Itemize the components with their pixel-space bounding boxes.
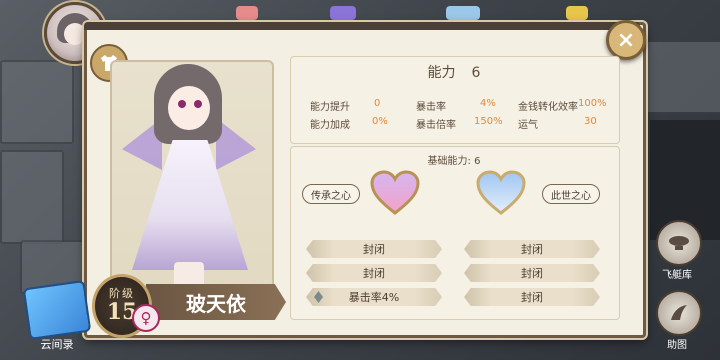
stat-value: 0 xyxy=(374,98,381,109)
stat-label: 运气 xyxy=(518,120,538,131)
character-face xyxy=(168,86,210,130)
close-icon: × xyxy=(616,27,636,53)
inheritance-heart-label: 传承之心 xyxy=(302,184,360,204)
avatar-face xyxy=(64,23,86,45)
ability-title-value: 6 xyxy=(471,65,481,81)
left-slot[interactable]: 暴击率4% xyxy=(306,288,442,306)
airship-button[interactable] xyxy=(656,220,702,266)
base-ability-title: 基础能力: 6 xyxy=(427,156,481,167)
left-slot[interactable]: 封闭 xyxy=(306,264,442,282)
top-item-icon xyxy=(446,6,480,20)
airship-icon xyxy=(669,236,689,250)
stat-label: 金钱转化效率 xyxy=(518,102,578,113)
stat-value: 150% xyxy=(474,116,503,127)
character-name: 玻天依 xyxy=(146,284,286,320)
top-item-icon xyxy=(236,6,258,20)
inheritance-heart-icon[interactable] xyxy=(370,170,420,216)
scroll-label: 云间录 xyxy=(40,338,74,351)
close-button[interactable]: × xyxy=(606,20,646,60)
map-scroll-icon[interactable] xyxy=(22,279,92,341)
top-item-icon xyxy=(566,6,588,20)
right-slot[interactable]: 封闭 xyxy=(464,240,600,258)
character-eye xyxy=(178,100,186,108)
ability-title: 能力 6 xyxy=(290,62,618,82)
ability-title-label: 能力 xyxy=(427,65,456,81)
right-slot[interactable]: 封闭 xyxy=(464,288,600,306)
bg-stone xyxy=(0,150,64,244)
stat-value: 30 xyxy=(584,116,597,127)
top-item-icon xyxy=(330,6,356,20)
stat-label: 能力加成 xyxy=(310,120,350,131)
world-heart-icon[interactable] xyxy=(476,170,526,216)
right-slot[interactable]: 封闭 xyxy=(464,264,600,282)
illustration-label: 助图 xyxy=(667,340,687,351)
bg-stone xyxy=(0,60,74,144)
character-eye xyxy=(194,100,202,108)
female-icon: ♀ xyxy=(132,304,160,332)
left-slot[interactable]: 封闭 xyxy=(306,240,442,258)
bg-stone xyxy=(640,40,720,114)
panel-top-bar xyxy=(84,22,640,30)
stat-label: 暴击倍率 xyxy=(416,120,456,131)
stat-label: 暴击率 xyxy=(416,102,446,113)
stat-value: 0% xyxy=(372,116,388,127)
stat-value: 4% xyxy=(480,98,496,109)
wing-icon xyxy=(671,305,687,320)
stat-label: 能力提升 xyxy=(310,102,350,113)
illustration-button[interactable] xyxy=(656,290,702,336)
world-heart-label: 此世之心 xyxy=(542,184,600,204)
stat-value: 100% xyxy=(578,98,607,109)
airship-label: 飞艇库 xyxy=(662,270,692,281)
